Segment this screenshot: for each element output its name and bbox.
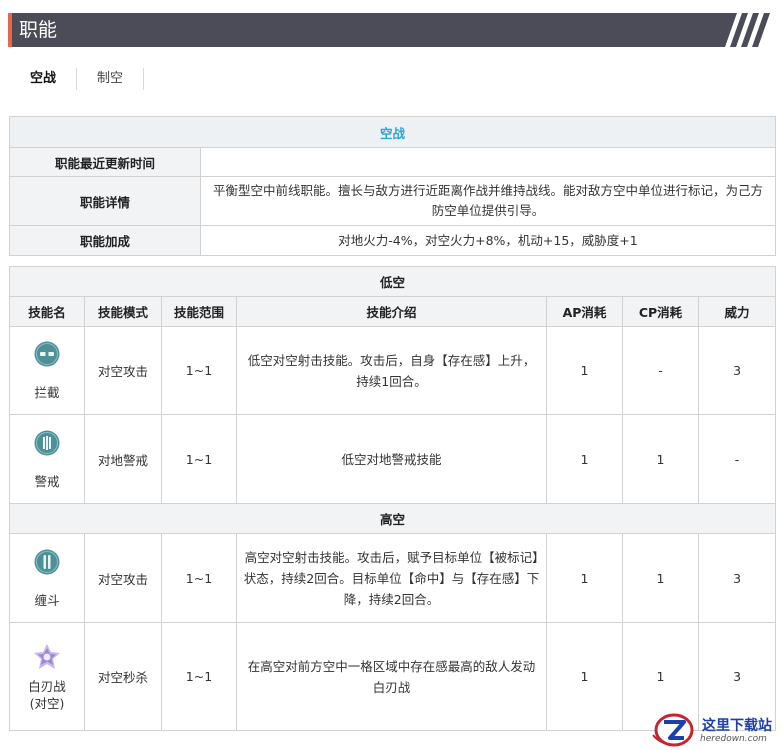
skill-name-cell: 警戒 — [9, 414, 85, 504]
skill-desc: 低空对地警戒技能 — [236, 414, 547, 504]
tab-bar: 空战 制空 — [10, 68, 145, 90]
skill-power: - — [697, 414, 777, 504]
melee-burst-icon — [34, 643, 60, 669]
role-overview-table: 空战 职能最近更新时间 职能详情 平衡型空中前线职能。擅长与敌方进行近距离作战并… — [8, 116, 777, 256]
watermark-url: heredown.com — [700, 734, 767, 744]
alert-icon — [34, 430, 60, 455]
skill-cp: - — [622, 326, 699, 415]
skills-header-row: 技能名 技能模式 技能范围 技能介绍 AP消耗 CP消耗 威力 — [9, 296, 777, 327]
site-watermark: 这里下载站 heredown.com — [650, 713, 775, 748]
section-header: 职能 — [8, 13, 775, 47]
watermark-logo-icon — [652, 713, 694, 747]
skill-ap: 1 — [546, 326, 623, 415]
skill-range: 1~1 — [161, 414, 237, 504]
overview-row-detail: 职能详情 平衡型空中前线职能。擅长与敌方进行近距离作战并维持战线。能对敌方空中单… — [9, 176, 777, 226]
skill-mode: 对空攻击 — [84, 326, 162, 415]
intercept-icon — [34, 341, 60, 367]
skill-mode: 对空攻击 — [84, 533, 162, 623]
skill-power: 3 — [697, 533, 777, 623]
col-header-name: 技能名 — [9, 296, 85, 327]
skill-ap: 1 — [546, 414, 623, 504]
overview-label-update: 职能最近更新时间 — [9, 147, 201, 177]
skill-desc: 低空对空射击技能。攻击后，自身【存在感】上升，持续1回合。 — [236, 326, 547, 415]
skill-desc: 在高空对前方空中一格区域中存在感最高的敌人发动白刃战 — [236, 622, 547, 731]
overview-value-detail: 平衡型空中前线职能。擅长与敌方进行近距离作战并维持战线。能对敌方空中单位进行标记… — [199, 176, 777, 226]
overview-row-update: 职能最近更新时间 — [9, 147, 777, 177]
header-stripes-decoration — [715, 13, 775, 47]
skill-name-cell: 缠斗 — [9, 533, 85, 623]
col-header-ap: AP消耗 — [546, 296, 623, 327]
watermark-text: 这里下载站 — [702, 718, 772, 734]
skill-row: 警戒 对地警戒 1~1 低空对地警戒技能 1 1 - — [9, 414, 777, 504]
section-row-high: 高空 — [8, 503, 777, 534]
skill-mode: 对空秒杀 — [84, 622, 162, 731]
skill-range: 1~1 — [161, 533, 237, 623]
overview-row-bonus: 职能加成 对地火力-4%，对空火力+8%，机动+15，威胁度+1 — [9, 225, 777, 256]
overview-label-bonus: 职能加成 — [9, 225, 201, 256]
skill-name: 缠斗 — [34, 592, 60, 608]
skill-desc: 高空对空射击技能。攻击后，赋予目标单位【被标记】状态，持续2回合。目标单位【命中… — [236, 533, 547, 623]
col-header-cp: CP消耗 — [622, 296, 699, 327]
page-title: 职能 — [19, 19, 58, 41]
skill-ap: 1 — [546, 622, 623, 731]
col-header-mode: 技能模式 — [84, 296, 162, 327]
tab-air-combat[interactable]: 空战 — [10, 68, 78, 90]
skill-cp: 1 — [622, 533, 699, 623]
section-title-high: 高空 — [8, 503, 777, 534]
skill-range: 1~1 — [161, 326, 237, 415]
header-accent — [8, 13, 12, 47]
skill-name: 拦截 — [34, 385, 60, 400]
skill-cp: 1 — [622, 414, 699, 504]
skill-ap: 1 — [546, 533, 623, 623]
tab-air-superiority[interactable]: 制空 — [77, 68, 145, 90]
col-header-desc: 技能介绍 — [236, 296, 547, 327]
overview-caption-row: 空战 — [8, 116, 777, 148]
skill-name-cell: 拦截 — [9, 326, 85, 415]
skill-row: 拦截 对空攻击 1~1 低空对空射击技能。攻击后，自身【存在感】上升，持续1回合… — [9, 326, 777, 415]
skill-name: 白刃战 (对空) — [28, 678, 66, 711]
overview-caption: 空战 — [8, 116, 777, 148]
skill-mode: 对地警戒 — [84, 414, 162, 504]
skill-name: 警戒 — [34, 473, 60, 489]
skill-name-cell: 白刃战 (对空) — [9, 622, 85, 731]
col-header-range: 技能范围 — [161, 296, 237, 327]
overview-label-detail: 职能详情 — [9, 176, 201, 226]
section-row-low: 低空 — [8, 266, 777, 297]
overview-value-bonus: 对地火力-4%，对空火力+8%，机动+15，威胁度+1 — [199, 225, 777, 256]
skill-power: 3 — [697, 326, 777, 415]
skills-table: 低空 技能名 技能模式 技能范围 技能介绍 AP消耗 CP消耗 威力 拦截 对空… — [8, 266, 777, 731]
dogfight-icon — [34, 549, 60, 574]
skill-row: 缠斗 对空攻击 1~1 高空对空射击技能。攻击后，赋予目标单位【被标记】状态，持… — [9, 533, 777, 623]
section-title-low: 低空 — [8, 266, 777, 297]
col-header-power: 威力 — [697, 296, 777, 327]
skill-range: 1~1 — [161, 622, 237, 731]
overview-value-update — [199, 147, 777, 177]
